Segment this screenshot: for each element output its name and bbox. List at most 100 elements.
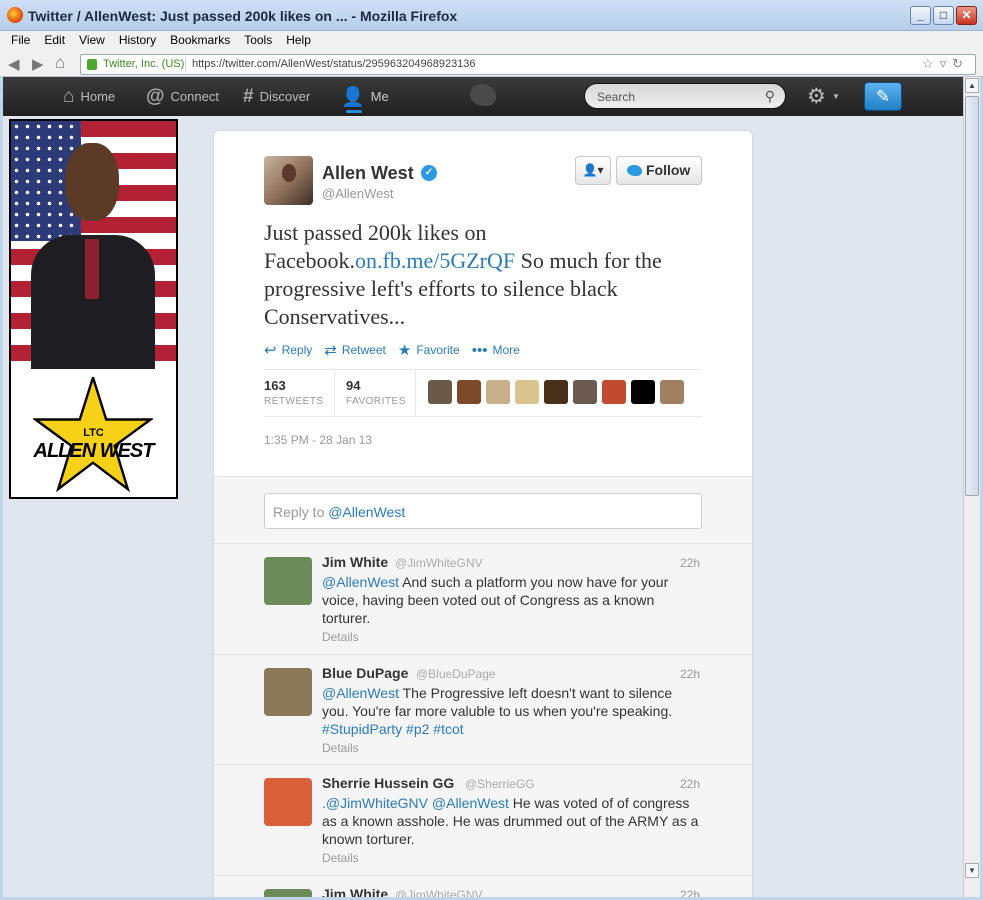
- favoriter-avatar[interactable]: [602, 380, 626, 404]
- author-avatar[interactable]: [264, 156, 313, 205]
- forward-icon[interactable]: ▶: [32, 55, 44, 73]
- author-handle[interactable]: @AllenWest: [322, 186, 393, 201]
- portrait-image: [31, 143, 155, 375]
- bookmark-star-icon[interactable]: ☆: [922, 56, 940, 71]
- list-item[interactable]: Jim White @JimWhiteGNV 22h: [214, 876, 752, 897]
- reload-icon[interactable]: ↻: [952, 56, 969, 71]
- author-name[interactable]: Allen West: [322, 163, 414, 184]
- window-titlebar: Twitter / AllenWest: Just passed 200k li…: [0, 0, 983, 31]
- tweet-card: Allen West ✓ @AllenWest 👤▾ Follow Just p…: [213, 130, 753, 897]
- reply-time[interactable]: 22h: [680, 888, 700, 897]
- scroll-up-icon[interactable]: ▲: [965, 78, 979, 93]
- window-title: Twitter / AllenWest: Just passed 200k li…: [28, 8, 458, 24]
- twitter-bird-icon[interactable]: [470, 84, 496, 106]
- dropdown-icon[interactable]: ▿: [940, 56, 953, 71]
- close-button[interactable]: ✕: [956, 6, 977, 25]
- minimize-button[interactable]: _: [910, 6, 931, 25]
- favoriter-avatar[interactable]: [486, 380, 510, 404]
- reply-icon: ↩: [264, 342, 277, 359]
- reply-details-link[interactable]: Details: [322, 851, 359, 865]
- reply-author-handle[interactable]: @JimWhiteGNV: [395, 888, 483, 897]
- favorite-star-icon: ★: [397, 342, 412, 359]
- reply-avatar[interactable]: [264, 778, 312, 826]
- favoriter-avatar[interactable]: [515, 380, 539, 404]
- tweet-timestamp[interactable]: 1:35 PM - 28 Jan 13: [264, 433, 372, 447]
- reply-mention[interactable]: @AllenWest: [322, 574, 399, 590]
- maximize-button[interactable]: □: [933, 6, 954, 25]
- favorites-stat[interactable]: 94 FAVORITES: [346, 370, 416, 416]
- favorite-action[interactable]: ★ Favorite: [398, 341, 460, 359]
- menu-bookmarks[interactable]: Bookmarks: [163, 31, 237, 50]
- address-bar-icons[interactable]: ☆▿↻: [922, 56, 969, 72]
- follow-button[interactable]: Follow: [616, 156, 702, 185]
- gear-icon[interactable]: ⚙: [807, 84, 826, 109]
- menu-view[interactable]: View: [72, 31, 112, 50]
- tweet-link[interactable]: on.fb.me/5GZrQF: [355, 248, 515, 273]
- reply-author-handle[interactable]: @BlueDuPage: [416, 667, 496, 681]
- reply-avatar[interactable]: [264, 668, 312, 716]
- favoriter-avatar[interactable]: [631, 380, 655, 404]
- favoriter-avatar[interactable]: [544, 380, 568, 404]
- reply-time[interactable]: 22h: [680, 556, 700, 570]
- reply-avatar[interactable]: [264, 557, 312, 605]
- favorites-label: FAVORITES: [346, 396, 406, 407]
- reply-hashtags[interactable]: #StupidParty #p2 #tcot: [322, 721, 464, 737]
- back-icon[interactable]: ◀: [8, 55, 20, 73]
- reply-action[interactable]: ↩ Reply: [264, 341, 312, 359]
- reply-author-handle[interactable]: @SherrieGG: [465, 777, 535, 791]
- favoriter-avatar[interactable]: [573, 380, 597, 404]
- logo-text-rank: LTC: [83, 427, 104, 439]
- reply-author-name[interactable]: Blue DuPage: [322, 665, 408, 681]
- reply-avatar[interactable]: [264, 889, 312, 897]
- scrollbar-thumb[interactable]: [965, 96, 979, 496]
- nav-discover[interactable]: # Discover: [243, 77, 310, 116]
- reply-time[interactable]: 22h: [680, 667, 700, 681]
- reply-details-link[interactable]: Details: [322, 741, 359, 755]
- menu-edit[interactable]: Edit: [37, 31, 72, 50]
- list-item[interactable]: Sherrie Hussein GG @SherrieGG 22h .@JimW…: [214, 765, 752, 876]
- reply-details-link[interactable]: Details: [322, 630, 359, 644]
- tweet-stats: 163 RETWEETS 94 FAVORITES: [264, 369, 702, 417]
- url-text[interactable]: https://twitter.com/AllenWest/status/295…: [192, 58, 476, 70]
- chevron-down-icon[interactable]: ▼: [832, 92, 840, 101]
- address-bar[interactable]: Twitter, Inc. (US) https://twitter.com/A…: [80, 54, 976, 75]
- nav-connect[interactable]: @ Connect: [146, 77, 219, 116]
- list-item[interactable]: Blue DuPage @BlueDuPage 22h @AllenWest T…: [214, 655, 752, 765]
- reply-mention[interactable]: .@JimWhiteGNV @AllenWest: [322, 795, 509, 811]
- reply-input[interactable]: Reply to @AllenWest: [264, 493, 702, 529]
- search-icon[interactable]: ⚲: [765, 88, 775, 105]
- search-input[interactable]: Search ⚲: [584, 83, 786, 109]
- reply-mention[interactable]: @AllenWest: [322, 685, 399, 701]
- menu-file[interactable]: File: [4, 31, 37, 50]
- retweet-label: Retweet: [341, 343, 386, 357]
- site-identity[interactable]: Twitter, Inc. (US): [103, 58, 184, 70]
- retweet-action[interactable]: ⇄ Retweet: [324, 341, 386, 359]
- vertical-scrollbar[interactable]: ▲ ▼: [963, 77, 980, 897]
- menu-tools[interactable]: Tools: [237, 31, 279, 50]
- favoriter-avatar[interactable]: [457, 380, 481, 404]
- user-actions-button[interactable]: 👤▾: [575, 156, 611, 185]
- favoriter-avatar[interactable]: [660, 380, 684, 404]
- retweets-stat[interactable]: 163 RETWEETS: [264, 370, 335, 416]
- scroll-down-icon[interactable]: ▼: [965, 863, 979, 878]
- list-item[interactable]: Jim White @JimWhiteGNV 22h @AllenWest An…: [214, 544, 752, 655]
- more-label: More: [492, 343, 520, 357]
- side-advertisement[interactable]: LTC ALLEN WEST: [9, 119, 178, 499]
- retweets-label: RETWEETS: [264, 396, 324, 407]
- reply-time[interactable]: 22h: [680, 777, 700, 791]
- nav-home[interactable]: ⌂ Home: [63, 77, 115, 116]
- address-separator: [185, 57, 186, 72]
- home-icon[interactable]: ⌂: [55, 53, 65, 73]
- twitter-topbar: ⌂ Home @ Connect # Discover 👤 Me Search ⚲ ⚙ …: [3, 77, 963, 116]
- favoriter-avatar[interactable]: [428, 380, 452, 404]
- compose-tweet-button[interactable]: ✎: [864, 82, 902, 111]
- menu-history[interactable]: History: [112, 31, 163, 50]
- reply-text: @AllenWest And such a platform you now h…: [322, 573, 702, 627]
- retweets-count: 163: [264, 378, 286, 393]
- reply-author-name[interactable]: Jim White: [322, 554, 388, 570]
- reply-author-name[interactable]: Jim White: [322, 886, 388, 897]
- menu-help[interactable]: Help: [279, 31, 318, 50]
- more-action[interactable]: ••• More: [472, 341, 520, 359]
- reply-author-name[interactable]: Sherrie Hussein GG: [322, 775, 454, 791]
- reply-author-handle[interactable]: @JimWhiteGNV: [395, 556, 483, 570]
